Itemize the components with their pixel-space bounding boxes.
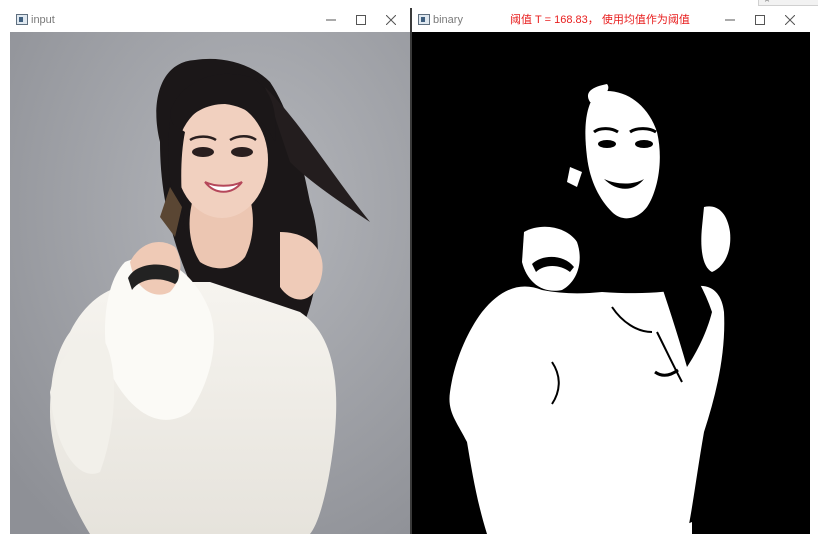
opencv-window-icon <box>418 14 430 25</box>
minimize-button[interactable] <box>716 10 744 30</box>
binary-window-titlebar[interactable]: binary 阈值 T = 168.83， 使用均值作为阈值 <box>412 8 810 32</box>
input-window-title: input <box>31 14 55 26</box>
input-image-canvas <box>10 32 411 534</box>
close-button[interactable] <box>377 10 405 30</box>
maximize-button[interactable] <box>347 10 375 30</box>
binary-window: binary 阈值 T = 168.83， 使用均值作为阈值 <box>412 8 810 534</box>
close-icon <box>386 15 396 25</box>
maximize-icon <box>356 15 366 25</box>
minimize-icon <box>725 19 735 21</box>
close-button[interactable] <box>776 10 804 30</box>
minimize-button[interactable] <box>317 10 345 30</box>
minimize-icon <box>326 19 336 21</box>
binary-window-title: binary <box>433 14 463 26</box>
input-window-titlebar[interactable]: input <box>10 8 411 32</box>
binary-image-canvas <box>412 32 810 534</box>
input-photo <box>10 32 411 534</box>
input-window: input <box>10 8 411 534</box>
binary-photo <box>412 32 810 534</box>
notification-badge-icon: ★ <box>763 0 771 5</box>
close-icon <box>785 15 795 25</box>
threshold-caption: 阈值 T = 168.83， 使用均值作为阈值 <box>510 14 690 26</box>
maximize-button[interactable] <box>746 10 774 30</box>
opencv-window-icon <box>16 14 28 25</box>
maximize-icon <box>755 15 765 25</box>
taskbar-notification-corner: ★ <box>758 0 818 6</box>
